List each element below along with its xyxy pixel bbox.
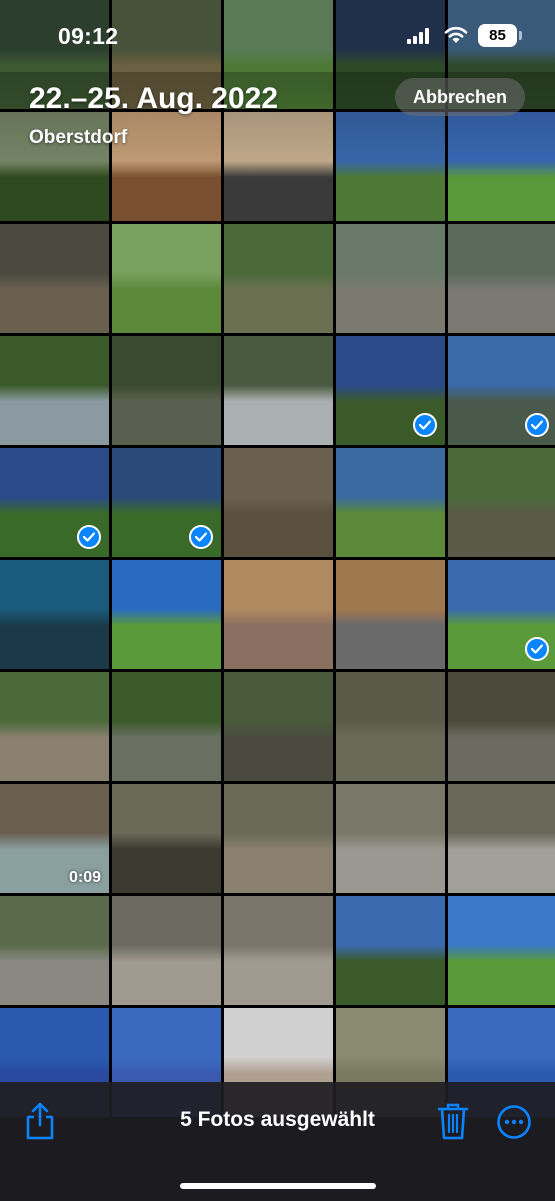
photo-thumbnail[interactable] — [0, 336, 109, 445]
photo-thumbnail[interactable] — [224, 336, 333, 445]
wifi-icon — [444, 26, 468, 43]
more-options-icon[interactable] — [496, 1104, 532, 1140]
photo-thumbnail[interactable] — [224, 672, 333, 781]
cellular-signal-icon — [407, 28, 429, 44]
page-title: 22.–25. Aug. 2022 — [29, 82, 279, 115]
photo-thumbnail[interactable] — [0, 560, 109, 669]
photo-thumbnail[interactable] — [448, 896, 555, 1005]
photo-thumbnail[interactable] — [224, 896, 333, 1005]
photo-thumbnail[interactable] — [112, 560, 221, 669]
photo-thumbnail[interactable]: 0:09 — [0, 784, 109, 893]
photo-thumbnail[interactable] — [0, 448, 109, 557]
selected-checkmark-icon — [77, 525, 101, 549]
photo-thumbnail[interactable] — [112, 784, 221, 893]
photo-thumbnail[interactable] — [112, 224, 221, 333]
selection-count-label: 5 Fotos ausgewählt — [180, 1108, 375, 1131]
photo-thumbnail[interactable] — [224, 560, 333, 669]
selected-checkmark-icon — [189, 525, 213, 549]
location-subtitle[interactable]: Oberstdorf — [29, 127, 127, 149]
photo-thumbnail[interactable] — [336, 560, 445, 669]
photo-thumbnail[interactable] — [448, 784, 555, 893]
photo-thumbnail[interactable] — [0, 224, 109, 333]
photo-thumbnail[interactable] — [336, 224, 445, 333]
battery-level: 85 — [489, 27, 506, 44]
photo-thumbnail[interactable] — [112, 896, 221, 1005]
video-duration: 0:09 — [68, 869, 101, 886]
photo-thumbnail[interactable] — [448, 448, 555, 557]
selected-checkmark-icon — [525, 637, 549, 661]
photo-thumbnail[interactable] — [448, 560, 555, 669]
photo-thumbnail[interactable] — [336, 896, 445, 1005]
status-time: 09:12 — [58, 23, 119, 49]
status-bar: 09:12 85 — [0, 0, 555, 72]
photo-thumbnail[interactable] — [0, 672, 109, 781]
photo-thumbnail[interactable] — [448, 336, 555, 445]
battery-icon: 85 — [478, 24, 517, 47]
battery-nub — [519, 31, 522, 40]
photo-thumbnail[interactable] — [336, 672, 445, 781]
photo-thumbnail[interactable] — [336, 336, 445, 445]
photo-thumbnail[interactable] — [336, 448, 445, 557]
photo-thumbnail[interactable] — [112, 336, 221, 445]
photo-thumbnail[interactable] — [112, 672, 221, 781]
photo-thumbnail[interactable] — [224, 224, 333, 333]
photo-thumbnail[interactable] — [224, 448, 333, 557]
photo-thumbnail[interactable] — [448, 672, 555, 781]
trash-icon[interactable] — [436, 1101, 470, 1141]
selected-checkmark-icon — [525, 413, 549, 437]
photo-thumbnail[interactable] — [448, 224, 555, 333]
photo-thumbnail[interactable] — [224, 784, 333, 893]
selected-checkmark-icon — [413, 413, 437, 437]
cancel-button[interactable]: Abbrechen — [395, 78, 525, 116]
photo-thumbnail[interactable] — [336, 784, 445, 893]
home-indicator — [180, 1183, 376, 1189]
photo-thumbnail[interactable] — [0, 896, 109, 1005]
photo-thumbnail[interactable] — [112, 448, 221, 557]
